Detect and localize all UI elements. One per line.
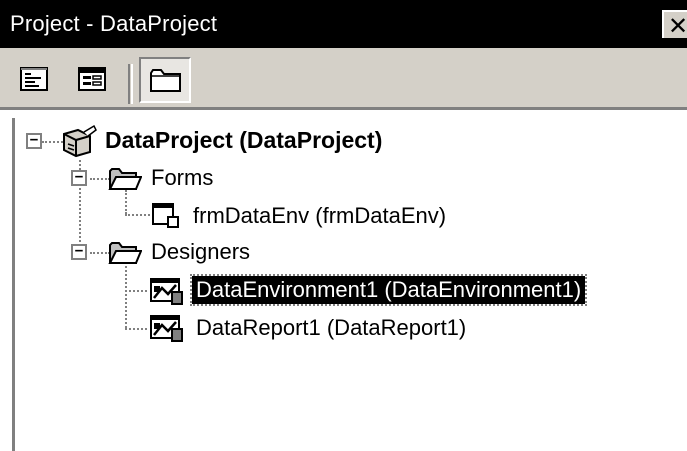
tree-forms-label[interactable]: Forms	[151, 164, 213, 192]
designer-icon	[148, 276, 186, 311]
form-icon	[150, 201, 180, 234]
tree-connector	[90, 252, 110, 254]
tree-connector	[125, 266, 127, 328]
toolbar-separator	[128, 64, 130, 104]
project-icon	[60, 124, 100, 163]
tree-designer-item-label[interactable]: DataReport1 (DataReport1)	[196, 314, 466, 342]
tree-connector	[125, 214, 150, 216]
view-code-icon	[20, 65, 56, 95]
tree-form-item-label[interactable]: frmDataEnv (frmDataEnv)	[193, 202, 446, 230]
designer-icon	[148, 313, 186, 348]
view-code-button[interactable]	[20, 65, 56, 101]
tree-designers-label[interactable]: Designers	[151, 238, 250, 266]
tree-connector	[125, 290, 147, 292]
toolbar-separator-highlight	[131, 64, 133, 104]
window-title: Project - DataProject	[10, 11, 218, 36]
view-object-button[interactable]	[78, 65, 114, 101]
toggle-folders-button[interactable]	[139, 57, 191, 103]
tree-designer-item-label[interactable]: DataEnvironment1 (DataEnvironment1)	[189, 274, 588, 306]
folder-open-icon	[108, 165, 143, 196]
folder-icon	[149, 65, 183, 100]
designers-expander[interactable]: −	[71, 244, 87, 260]
close-icon: ✕	[667, 12, 687, 40]
root-expander[interactable]: −	[26, 133, 42, 149]
tree-connector	[90, 178, 110, 180]
view-object-icon	[78, 65, 114, 95]
forms-expander[interactable]: −	[71, 170, 87, 186]
folder-open-icon	[108, 239, 143, 270]
tree-connector	[125, 328, 147, 330]
close-button[interactable]: ✕	[662, 10, 687, 40]
tree-root-label[interactable]: DataProject (DataProject)	[105, 126, 382, 154]
window-titlebar: Project - DataProject	[0, 0, 687, 48]
